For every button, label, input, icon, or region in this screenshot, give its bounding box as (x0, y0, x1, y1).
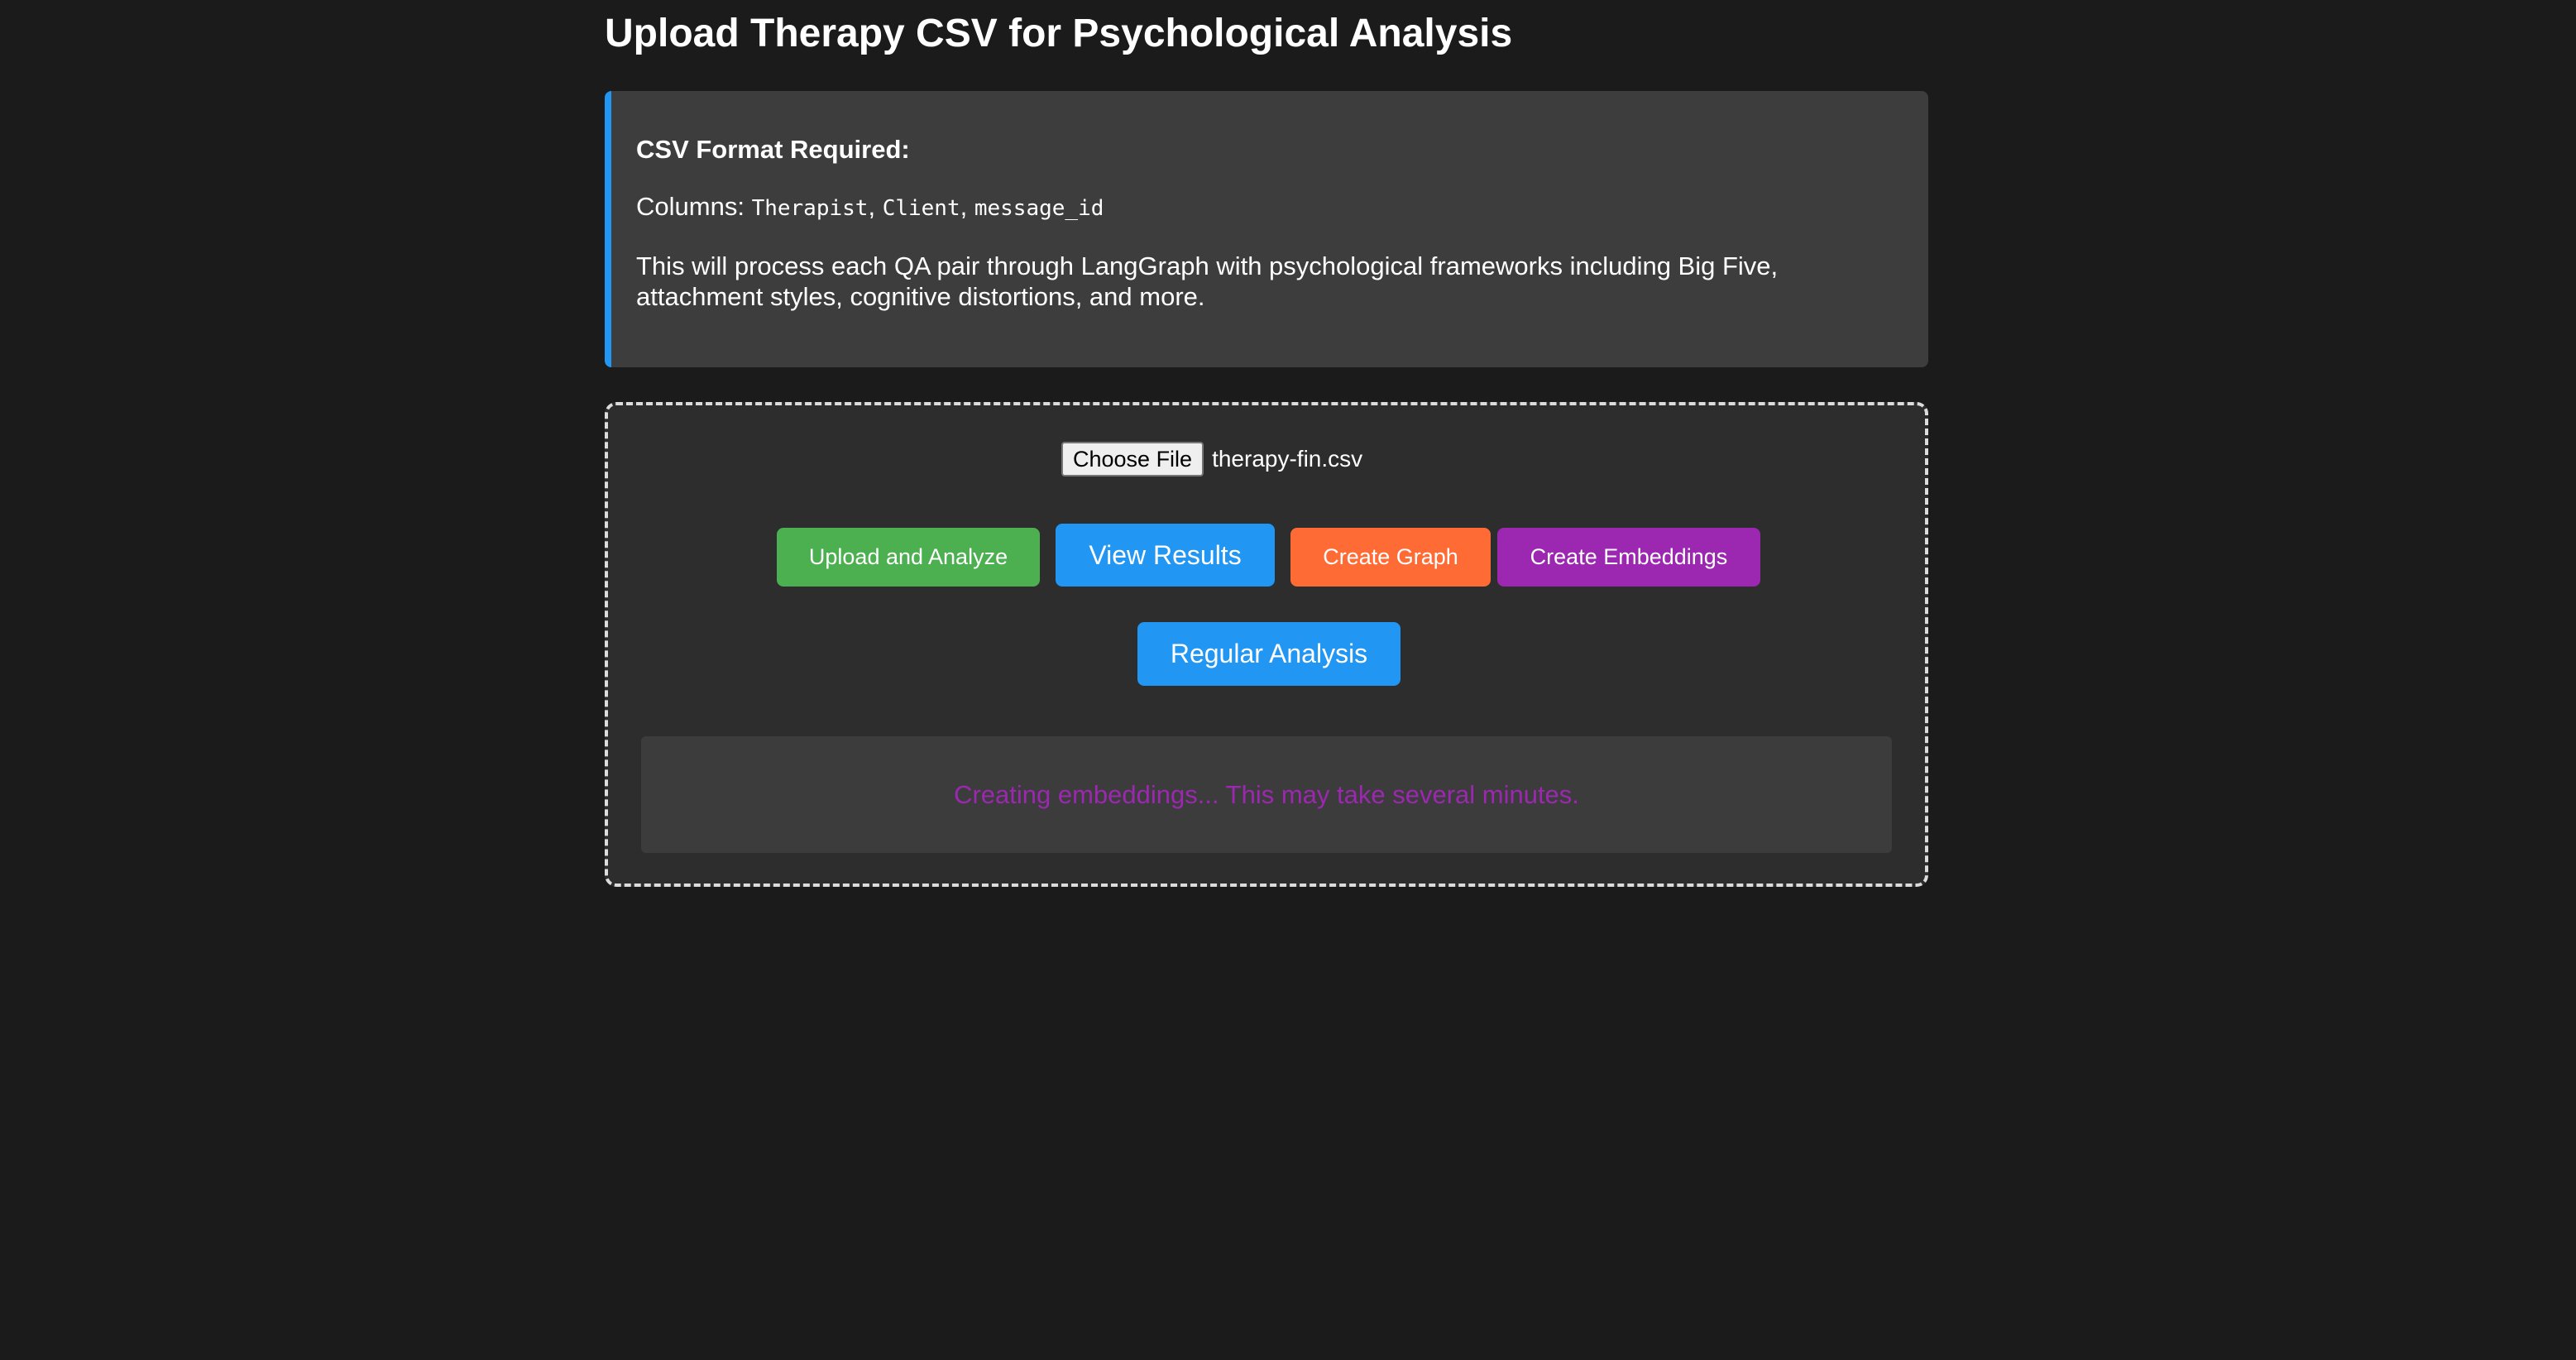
page-title: Upload Therapy CSV for Psychological Ana… (605, 12, 1513, 55)
column-client: Client (882, 196, 960, 221)
status-message: Creating embeddings... This may take sev… (954, 779, 1579, 809)
info-description: This will process each QA pair through L… (636, 251, 1779, 311)
selected-file-name: therapy-fin.csv (1212, 446, 1363, 472)
file-input-row: Choose File therapy-fin.csv (1061, 442, 1362, 476)
regular-analysis-button[interactable]: Regular Analysis (1137, 622, 1401, 686)
column-message-id: message_id (974, 196, 1104, 221)
choose-file-button[interactable]: Choose File (1061, 442, 1204, 476)
column-separator: , (960, 192, 974, 221)
create-embeddings-button[interactable]: Create Embeddings (1497, 528, 1760, 587)
info-heading: CSV Format Required: (636, 135, 910, 164)
info-columns-line: Columns: Therapist, Client, message_id (636, 191, 1903, 224)
column-separator: , (868, 192, 883, 221)
csv-format-info-box: CSV Format Required: Columns: Therapist,… (605, 91, 1928, 367)
column-therapist: Therapist (751, 196, 869, 221)
status-panel: Creating embeddings... This may take sev… (641, 736, 1892, 853)
upload-and-analyze-button[interactable]: Upload and Analyze (777, 528, 1040, 587)
upload-dropzone[interactable]: Choose File therapy-fin.csv Upload and A… (605, 402, 1928, 887)
columns-label: Columns: (636, 192, 745, 221)
view-results-button[interactable]: View Results (1056, 524, 1275, 587)
create-graph-button[interactable]: Create Graph (1290, 528, 1491, 587)
